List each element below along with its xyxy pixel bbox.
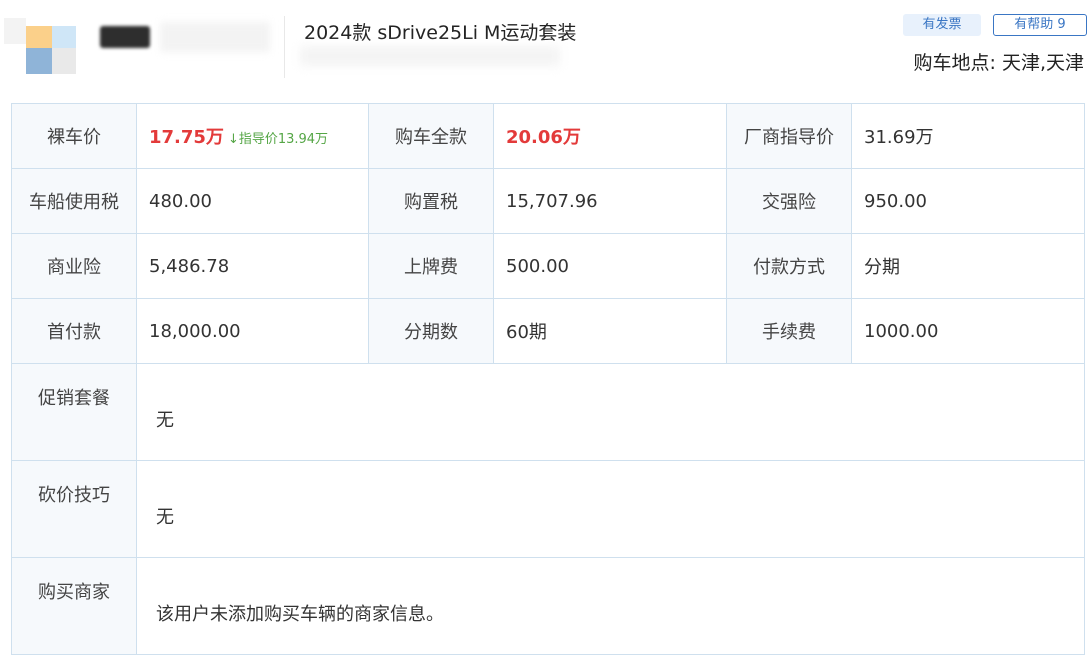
compulsory-insurance-value: 950.00 [851, 168, 1085, 234]
username[interactable] [100, 26, 150, 48]
vessel-tax-value: 480.00 [136, 168, 369, 234]
user-info-blurred [160, 22, 270, 52]
promotion-label: 促销套餐 [11, 363, 137, 461]
promotion-value: 无 [136, 363, 1085, 461]
table-row: 商业险 5,486.78 上牌费 500.00 付款方式 分期 [11, 233, 1085, 299]
bare-price-cell: 17.75万 ↓指导价13.94万 [136, 103, 369, 169]
full-price-label: 购车全款 [368, 103, 494, 169]
dealer-value: 该用户未添加购买车辆的商家信息。 [136, 557, 1085, 655]
full-price-value: 20.06万 [506, 127, 581, 148]
handling-fee-value: 1000.00 [851, 298, 1085, 364]
down-arrow-icon: ↓ [227, 132, 239, 147]
down-payment-value: 18,000.00 [136, 298, 369, 364]
bare-price-value: 17.75万 [149, 127, 224, 148]
divider [284, 16, 285, 78]
commercial-insurance-value: 5,486.78 [136, 233, 369, 299]
installments-value: 60期 [493, 298, 727, 364]
purchase-details-table: 裸车价 17.75万 ↓指导价13.94万 购车全款 20.06万 厂商指导价 3… [11, 103, 1085, 655]
helpful-button[interactable]: 有帮助 9 [993, 14, 1087, 36]
purchase-tax-value: 15,707.96 [493, 168, 727, 234]
avatar[interactable] [4, 18, 76, 78]
purchase-tax-label: 购置税 [368, 168, 494, 234]
payment-method-label: 付款方式 [726, 233, 852, 299]
table-row: 车船使用税 480.00 购置税 15,707.96 交强险 950.00 [11, 168, 1085, 234]
table-row: 裸车价 17.75万 ↓指导价13.94万 购车全款 20.06万 厂商指导价 3… [11, 103, 1085, 169]
table-row: 促销套餐 无 [11, 363, 1085, 461]
bare-price-label: 裸车价 [11, 103, 137, 169]
commercial-insurance-label: 商业险 [11, 233, 137, 299]
bargain-tips-value: 无 [136, 460, 1085, 558]
table-row: 购买商家 该用户未添加购买车辆的商家信息。 [11, 557, 1085, 655]
plate-fee-label: 上牌费 [368, 233, 494, 299]
table-row: 砍价技巧 无 [11, 460, 1085, 558]
plate-fee-value: 500.00 [493, 233, 727, 299]
dealer-label: 购买商家 [11, 557, 137, 655]
installments-label: 分期数 [368, 298, 494, 364]
purchase-location: 购车地点: 天津,天津 [913, 52, 1084, 74]
down-payment-label: 首付款 [11, 298, 137, 364]
car-model-title[interactable]: 2024款 sDrive25Li M运动套装 [304, 18, 576, 45]
msrp-value: 31.69万 [851, 103, 1085, 169]
handling-fee-label: 手续费 [726, 298, 852, 364]
payment-method-value: 分期 [851, 233, 1085, 299]
review-header: 2024款 sDrive25Li M运动套装 有发票 有帮助 9 购车地点: 天… [0, 0, 1092, 95]
subtitle-blurred [300, 46, 560, 66]
table-row: 首付款 18,000.00 分期数 60期 手续费 1000.00 [11, 298, 1085, 364]
invoice-badge: 有发票 [903, 14, 981, 36]
compulsory-insurance-label: 交强险 [726, 168, 852, 234]
msrp-label: 厂商指导价 [726, 103, 852, 169]
full-price-cell: 20.06万 [493, 103, 727, 169]
bargain-tips-label: 砍价技巧 [11, 460, 137, 558]
guide-price-diff: 指导价13.94万 [238, 132, 329, 147]
vessel-tax-label: 车船使用税 [11, 168, 137, 234]
